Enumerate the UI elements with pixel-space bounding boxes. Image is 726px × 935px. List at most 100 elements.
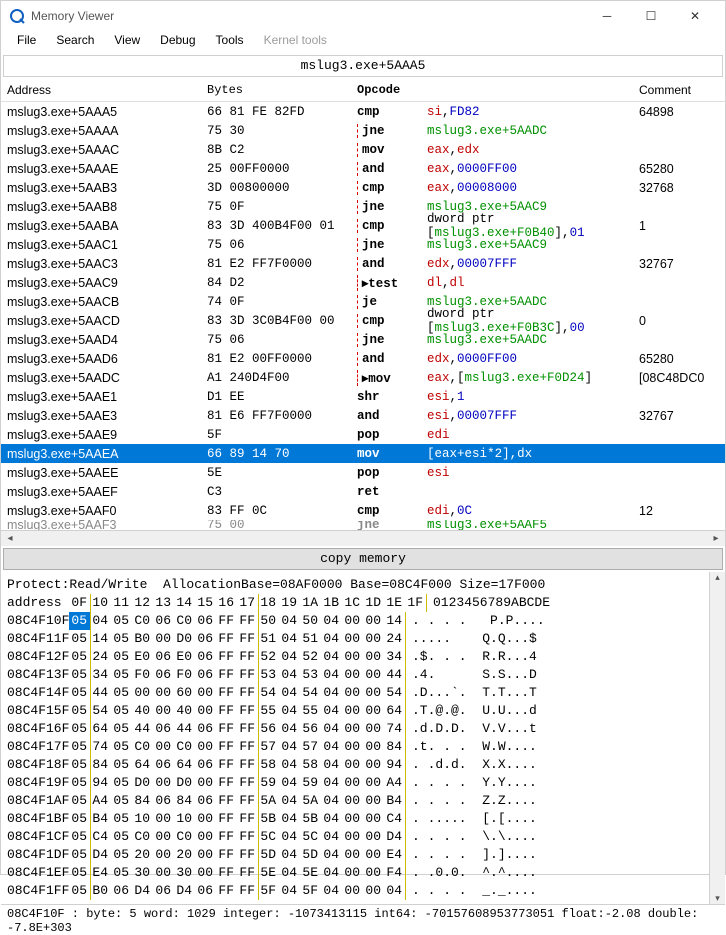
hex-byte[interactable]: 44 xyxy=(132,720,153,738)
hex-row[interactable]: 08C4F17F057405C000C000FFFF57045704000084… xyxy=(7,738,719,756)
hex-byte[interactable]: 05 xyxy=(69,810,90,828)
hex-byte[interactable]: 34 xyxy=(384,648,405,666)
disasm-row[interactable]: mslug3.exe+5AAAA75 30jnemslug3.exe+5AADC xyxy=(1,121,725,140)
hex-byte[interactable]: 04 xyxy=(279,684,300,702)
hex-byte[interactable]: FF xyxy=(216,666,237,684)
hex-byte[interactable]: 04 xyxy=(279,846,300,864)
hex-byte[interactable]: 53 xyxy=(300,666,321,684)
hex-byte[interactable]: 04 xyxy=(279,720,300,738)
hex-byte[interactable]: 00 xyxy=(342,684,363,702)
hex-byte[interactable]: D4 xyxy=(132,882,153,900)
hex-byte[interactable]: 04 xyxy=(321,864,342,882)
hex-byte[interactable]: C0 xyxy=(174,828,195,846)
hex-byte[interactable]: C0 xyxy=(174,738,195,756)
hex-byte[interactable]: 55 xyxy=(258,702,279,720)
hex-byte[interactable]: 5F xyxy=(258,882,279,900)
hex-byte[interactable]: C0 xyxy=(174,612,195,630)
header-comment[interactable]: Comment xyxy=(639,83,719,97)
hex-byte[interactable]: FF xyxy=(237,882,258,900)
hex-byte[interactable]: 05 xyxy=(111,702,132,720)
hex-byte[interactable]: 04 xyxy=(321,828,342,846)
hex-byte[interactable]: FF xyxy=(237,738,258,756)
hex-byte[interactable]: 00 xyxy=(153,630,174,648)
hex-byte[interactable]: 04 xyxy=(321,882,342,900)
scroll-right-icon[interactable]: ▸ xyxy=(709,533,723,544)
hex-byte[interactable]: 00 xyxy=(195,738,216,756)
hex-byte[interactable]: 30 xyxy=(174,864,195,882)
hex-byte[interactable]: 40 xyxy=(132,702,153,720)
hex-byte[interactable]: FF xyxy=(216,846,237,864)
hex-byte[interactable]: 51 xyxy=(300,630,321,648)
hex-byte[interactable]: 57 xyxy=(258,738,279,756)
hex-byte[interactable]: 05 xyxy=(69,684,90,702)
hex-byte[interactable]: 00 xyxy=(363,612,384,630)
hex-byte[interactable]: 54 xyxy=(300,684,321,702)
hex-byte[interactable]: 04 xyxy=(279,630,300,648)
hex-byte[interactable]: 05 xyxy=(111,630,132,648)
hex-byte[interactable]: 56 xyxy=(258,720,279,738)
hex-byte[interactable]: D0 xyxy=(174,774,195,792)
hex-byte[interactable]: 00 xyxy=(363,882,384,900)
hex-dump[interactable]: Protect:Read/Write AllocationBase=08AF00… xyxy=(1,572,725,904)
hex-byte[interactable]: 24 xyxy=(90,648,111,666)
hex-byte[interactable]: 5A xyxy=(300,792,321,810)
hex-byte[interactable]: 58 xyxy=(258,756,279,774)
hex-byte[interactable]: 04 xyxy=(321,846,342,864)
hex-byte[interactable]: 05 xyxy=(111,828,132,846)
disasm-row[interactable]: mslug3.exe+5AAF375 00jnemslug3.exe+5AAF5 xyxy=(1,520,725,530)
hex-byte[interactable]: 04 xyxy=(279,702,300,720)
hex-byte[interactable]: 05 xyxy=(111,666,132,684)
hex-row[interactable]: 08C4F15F05540540004000FFFF55045504000064… xyxy=(7,702,719,720)
hex-byte[interactable]: 00 xyxy=(153,702,174,720)
hex-byte[interactable]: 20 xyxy=(174,846,195,864)
menu-file[interactable]: File xyxy=(7,31,46,53)
hex-byte[interactable]: 00 xyxy=(363,846,384,864)
hex-byte[interactable]: 06 xyxy=(195,756,216,774)
hex-byte[interactable]: 05 xyxy=(69,756,90,774)
disassembly-listing[interactable]: mslug3.exe+5AAA566 81 FE 82FDcmpsi,FD826… xyxy=(1,102,725,530)
hex-byte[interactable]: FF xyxy=(216,756,237,774)
disasm-row[interactable]: mslug3.exe+5AAF083 FF 0Ccmpedi,0C12 xyxy=(1,501,725,520)
hex-byte[interactable]: 00 xyxy=(363,756,384,774)
minimize-button[interactable]: ─ xyxy=(585,2,629,30)
hex-row[interactable]: 08C4F16F05640544064406FFFF56045604000074… xyxy=(7,720,719,738)
hex-byte[interactable]: 00 xyxy=(342,882,363,900)
hex-byte[interactable]: FF xyxy=(237,756,258,774)
hex-byte[interactable]: 54 xyxy=(90,702,111,720)
disasm-row[interactable]: mslug3.exe+5AAA566 81 FE 82FDcmpsi,FD826… xyxy=(1,102,725,121)
hex-byte[interactable]: 05 xyxy=(111,792,132,810)
hex-byte[interactable]: 00 xyxy=(363,630,384,648)
hex-byte[interactable]: B0 xyxy=(132,630,153,648)
hex-byte[interactable]: 54 xyxy=(258,684,279,702)
hex-byte[interactable]: 04 xyxy=(321,666,342,684)
hex-byte[interactable]: 04 xyxy=(279,774,300,792)
hex-byte[interactable]: B0 xyxy=(90,882,111,900)
hex-byte[interactable]: FF xyxy=(216,792,237,810)
hex-byte[interactable]: 06 xyxy=(153,648,174,666)
hex-byte[interactable]: 5B xyxy=(300,810,321,828)
hex-byte[interactable]: FF xyxy=(237,810,258,828)
hex-byte[interactable]: FF xyxy=(216,864,237,882)
hex-byte[interactable]: 5A xyxy=(258,792,279,810)
hex-byte[interactable]: B4 xyxy=(90,810,111,828)
copy-memory-button[interactable]: copy memory xyxy=(3,548,723,570)
hex-byte[interactable]: 05 xyxy=(69,792,90,810)
hex-byte[interactable]: FF xyxy=(216,630,237,648)
hex-byte[interactable]: FF xyxy=(237,792,258,810)
hex-byte[interactable]: 5D xyxy=(300,846,321,864)
hex-byte[interactable]: 05 xyxy=(111,756,132,774)
hex-byte[interactable]: D0 xyxy=(174,630,195,648)
hex-byte[interactable]: 44 xyxy=(90,684,111,702)
hex-byte[interactable]: C0 xyxy=(132,738,153,756)
hex-byte[interactable]: 00 xyxy=(342,828,363,846)
disasm-row[interactable]: mslug3.exe+5AADCA1 240D4F00▸moveax,[mslu… xyxy=(1,368,725,387)
hex-byte[interactable]: 05 xyxy=(69,630,90,648)
disasm-row[interactable]: mslug3.exe+5AAC381 E2 FF7F0000andedx,000… xyxy=(1,254,725,273)
hex-byte[interactable]: 06 xyxy=(195,882,216,900)
hex-byte[interactable]: 00 xyxy=(363,738,384,756)
address-input[interactable]: mslug3.exe+5AAA5 xyxy=(3,55,723,77)
hex-byte[interactable]: C4 xyxy=(384,810,405,828)
menu-view[interactable]: View xyxy=(104,31,150,53)
hex-byte[interactable]: 84 xyxy=(384,738,405,756)
hex-byte[interactable]: 00 xyxy=(195,846,216,864)
